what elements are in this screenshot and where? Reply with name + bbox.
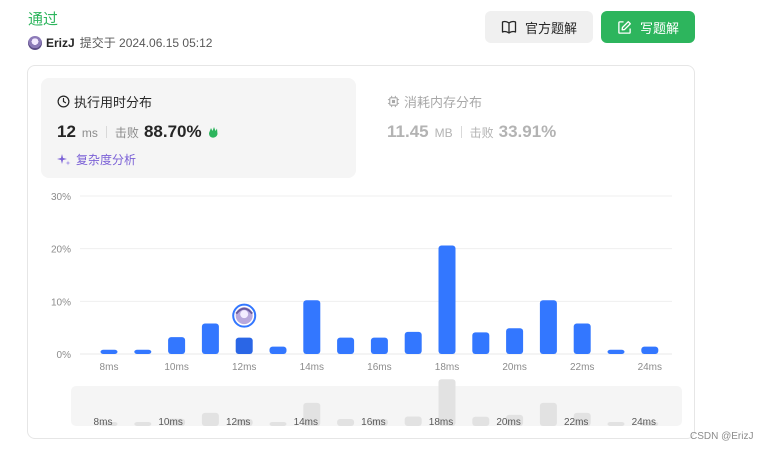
runtime-distribution-chart[interactable]: 0% 10% 20% 30% 8ms 10ms 12ms 14ms 16ms 18ms 20ms 22… [0,0,767,450]
overview-tick-label: 20ms [496,417,520,428]
bar[interactable] [100,349,118,354]
overview-bar [337,418,355,426]
overview-bar [269,422,287,426]
x-tick-label: 20ms [502,362,526,373]
overview-tick-label: 18ms [429,417,453,428]
y-tick-label: 10% [51,297,71,308]
bar[interactable] [168,337,186,354]
overview-bar [404,416,422,426]
watermark: CSDN @ErizJ [690,431,754,442]
overview-bar [134,422,152,426]
bar[interactable] [269,346,287,354]
user-avatar-face [240,310,249,319]
bar[interactable] [438,245,456,354]
overview-tick-label: 24ms [632,417,656,428]
y-tick-label: 20% [51,245,71,256]
bar[interactable] [607,349,625,354]
bar[interactable] [506,328,524,354]
overview-bar [472,416,490,426]
bar[interactable] [472,332,490,354]
overview-tick-label: 10ms [158,417,182,428]
x-tick-label: 10ms [164,362,188,373]
overview-bar [201,412,219,426]
overview-tick-label: 8ms [94,417,113,428]
bar[interactable] [573,323,591,354]
overview-tick-label: 12ms [226,417,250,428]
x-tick-label: 8ms [100,362,119,373]
overview-bar [539,402,557,426]
x-tick-label: 12ms [232,362,256,373]
x-tick-label: 14ms [300,362,324,373]
overview-tick-label: 22ms [564,417,588,428]
overview-tick-label: 16ms [361,417,385,428]
x-tick-label: 22ms [570,362,594,373]
x-tick-label: 24ms [638,362,662,373]
overview-tick-label: 14ms [294,417,318,428]
bar[interactable] [201,323,219,354]
bar[interactable] [303,300,321,354]
bar[interactable] [235,337,253,354]
bar[interactable] [134,349,152,354]
y-tick-label: 0% [57,350,72,361]
y-tick-label: 30% [51,192,71,203]
bar[interactable] [404,331,422,354]
x-tick-label: 16ms [367,362,391,373]
x-tick-label: 18ms [435,362,459,373]
bar[interactable] [641,346,659,354]
bar[interactable] [539,300,557,354]
bar[interactable] [337,337,355,354]
overview-bar [607,422,625,426]
bar[interactable] [370,337,388,354]
